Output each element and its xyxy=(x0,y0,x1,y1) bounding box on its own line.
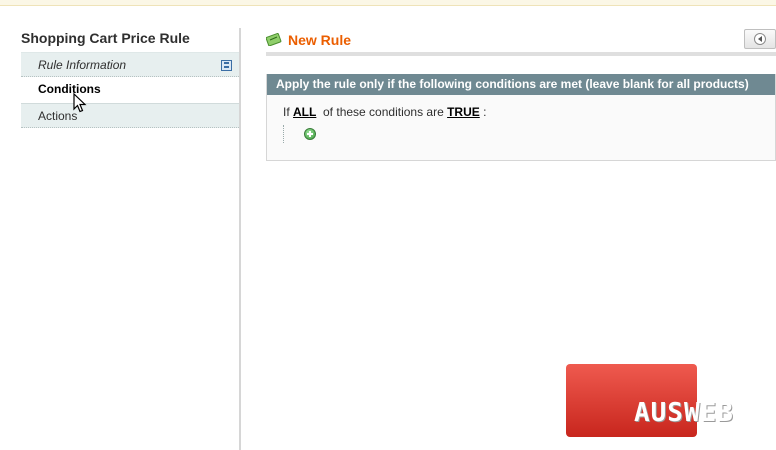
save-icon xyxy=(221,60,232,71)
mouse-cursor-icon xyxy=(73,93,87,113)
add-condition-icon[interactable] xyxy=(304,128,316,140)
sidebar-title: Shopping Cart Price Rule xyxy=(21,30,190,46)
condition-middle: of these conditions are xyxy=(316,105,448,119)
condition-suffix: : xyxy=(479,105,487,119)
tab-rule-information[interactable]: Rule Information xyxy=(21,52,241,77)
condition-prefix: If xyxy=(283,105,294,119)
page-header: New Rule xyxy=(266,28,776,56)
tab-conditions-label: Conditions xyxy=(38,82,101,96)
conditions-tree: If ALL of these conditions are TRUE : xyxy=(267,95,775,143)
back-arrow-icon xyxy=(754,33,766,45)
tab-conditions[interactable]: Conditions xyxy=(21,77,241,103)
page-title: New Rule xyxy=(288,32,352,48)
tab-actions[interactable]: Actions xyxy=(21,103,241,128)
tab-rule-information-label: Rule Information xyxy=(38,58,127,72)
aggregator-link[interactable]: ALL xyxy=(293,105,316,119)
condition-root: If ALL of these conditions are TRUE : xyxy=(283,105,775,119)
conditions-fieldset: Apply the rule only if the following con… xyxy=(266,74,776,161)
sidebar-divider xyxy=(239,28,241,450)
conditions-legend: Apply the rule only if the following con… xyxy=(267,74,775,95)
main-content: New Rule Apply the rule only if the foll… xyxy=(266,28,776,161)
rule-icon xyxy=(266,33,282,46)
top-strip xyxy=(0,0,776,6)
tab-actions-label: Actions xyxy=(38,109,78,123)
watermark-text: AUSWEB xyxy=(634,398,734,428)
value-link[interactable]: TRUE xyxy=(447,105,480,119)
condition-children xyxy=(283,125,775,143)
back-button[interactable] xyxy=(744,29,776,49)
sidebar: Shopping Cart Price Rule Rule Informatio… xyxy=(21,28,241,128)
